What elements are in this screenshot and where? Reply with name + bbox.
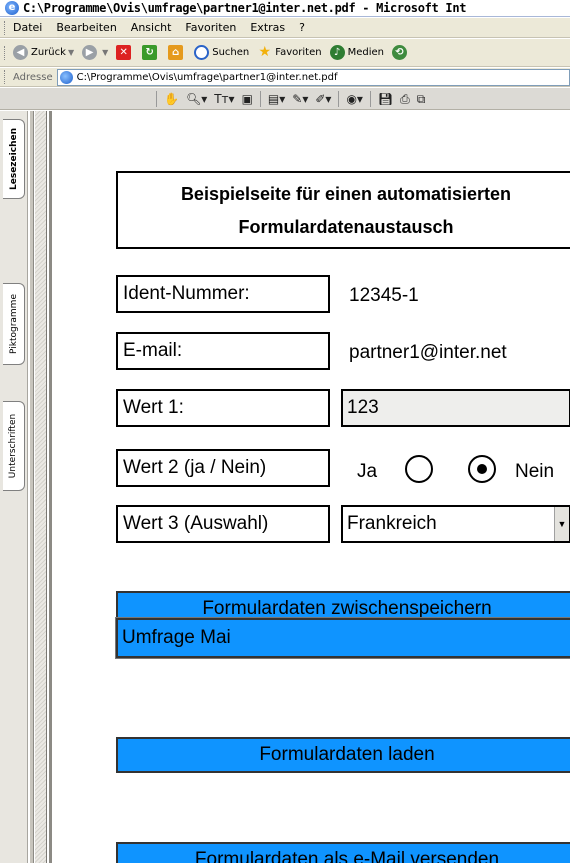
menu-ansicht[interactable]: Ansicht [131, 21, 172, 34]
stamp-icon[interactable]: ◉▾ [346, 92, 363, 106]
page-icon [59, 70, 73, 84]
menu-datei[interactable]: Datei [13, 21, 42, 34]
history-icon: ⟲ [391, 45, 407, 60]
address-bar: Adresse C:\Programme\Ovis\umfrage\partne… [0, 68, 570, 87]
wert3-selected-value: Frankreich [347, 513, 437, 534]
search-icon [194, 45, 210, 60]
tab-piktogramme-label: Piktogramme [8, 294, 19, 354]
load-formdata-button[interactable]: Formulardaten laden [116, 737, 570, 773]
refresh-icon: ↻ [142, 45, 158, 60]
menu-help[interactable]: ? [299, 21, 305, 34]
search-label: Suchen [212, 47, 250, 58]
zoom-tool-icon[interactable]: 🔍︎▾ [186, 92, 207, 106]
send-email-button[interactable]: Formulardaten als e-Mail versenden [116, 842, 570, 863]
wert2-label: Wert 2 (ja / Nein) [116, 449, 330, 487]
ident-value: 12345-1 [349, 285, 419, 306]
hand-tool-icon[interactable]: ✋ [164, 92, 179, 106]
wert3-label: Wert 3 (Auswahl) [116, 505, 330, 543]
wert2-yes-label: Ja [357, 461, 378, 482]
star-icon: ★ [258, 44, 272, 60]
stop-button[interactable]: ✕ [116, 45, 134, 60]
ie-icon: e [5, 1, 19, 15]
pdf-page: Beispielseite für einen automatisierten … [53, 111, 570, 863]
home-icon: ⌂ [168, 45, 184, 60]
toolbar-separator [338, 91, 340, 107]
wert3-select[interactable]: Frankreich ▼ [341, 505, 570, 543]
ident-label: Ident-Nummer: [116, 275, 330, 313]
tab-lesezeichen-label: Lesezeichen [8, 128, 19, 190]
refresh-button[interactable]: ↻ [142, 45, 160, 60]
menu-bar: Datei Bearbeiten Ansicht Favoriten Extra… [0, 18, 570, 38]
toolbar-separator [156, 91, 157, 107]
back-arrow-icon: ◀ [13, 45, 28, 60]
wert2-no-label: Nein [515, 461, 555, 482]
toolbar-separator [259, 91, 261, 107]
media-label: Medien [347, 47, 384, 58]
menu-favoriten[interactable]: Favoriten [185, 21, 236, 34]
toolbar-grip [4, 70, 7, 84]
favorites-button[interactable]: ★ Favoriten [257, 45, 321, 60]
copy-icon[interactable]: ⧉ [417, 92, 426, 107]
email-value: partner1@inter.net [349, 342, 507, 363]
forward-arrow-icon: ▶ [82, 45, 98, 60]
snapshot-icon[interactable]: ▣ [242, 92, 253, 106]
pdf-toolbar: ✋ 🔍︎▾ Tт▾ ▣ ▤▾ ✎▾ ✐▾ ◉▾ 💾︎ ⎙ ⧉ [0, 88, 570, 110]
toolbar-grip [4, 20, 7, 35]
stop-icon: ✕ [116, 45, 132, 60]
tab-unterschriften[interactable]: Unterschriften [3, 401, 25, 491]
pencil-icon[interactable]: ✎▾ [292, 92, 308, 106]
chevron-down-icon[interactable]: ▼ [102, 48, 108, 57]
tab-lesezeichen[interactable]: Lesezeichen [3, 119, 25, 199]
wert2-no-radio[interactable] [468, 455, 496, 483]
wert2-yes-radio[interactable] [405, 455, 433, 483]
menu-extras[interactable]: Extras [250, 21, 285, 34]
tab-unterschriften-label: Unterschriften [8, 413, 19, 479]
email-label: E-mail: [116, 332, 330, 370]
form-title-line2: Formulardatenaustausch [238, 217, 454, 237]
highlight-icon[interactable]: ✐▾ [315, 92, 331, 106]
wert1-label: Wert 1: [116, 389, 330, 427]
address-label: Adresse [13, 71, 53, 83]
back-button[interactable]: ◀ Zurück ▼ [13, 45, 74, 60]
favorites-label: Favoriten [275, 47, 322, 58]
tab-piktogramme[interactable]: Piktogramme [3, 283, 25, 365]
form-title: Beispielseite für einen automatisierten … [116, 171, 570, 249]
address-input[interactable]: C:\Programme\Ovis\umfrage\partner1@inter… [56, 68, 570, 86]
back-label: Zurück [31, 47, 66, 58]
media-icon: ♪ [329, 45, 345, 60]
toolbar-separator [369, 91, 371, 107]
window-title: C:\Programme\Ovis\umfrage\partner1@inter… [23, 1, 467, 15]
dropdown-arrow-icon[interactable]: ▼ [554, 507, 569, 541]
address-url: C:\Programme\Ovis\umfrage\partner1@inter… [76, 71, 338, 83]
media-button[interactable]: ♪ Medien [329, 45, 384, 60]
forward-button[interactable]: ▶ ▼ [82, 45, 108, 60]
text-select-icon[interactable]: Tт▾ [214, 92, 234, 106]
history-button[interactable]: ⟲ [391, 45, 410, 60]
print-icon[interactable]: ⎙ [400, 92, 410, 107]
page-edge [49, 111, 52, 863]
wert1-input[interactable]: 123 [341, 389, 570, 427]
pane-splitter[interactable] [35, 111, 47, 863]
navigation-pane: Lesezeichen Piktogramme Unterschriften [0, 111, 28, 863]
pane-border [30, 111, 34, 863]
search-button[interactable]: Suchen [194, 45, 249, 60]
form-title-line1: Beispielseite für einen automatisierten [180, 184, 512, 204]
radio-selected-dot [477, 464, 487, 474]
title-bar: e C:\Programme\Ovis\umfrage\partner1@int… [0, 0, 570, 17]
save-name-input[interactable]: Umfrage Mai [115, 617, 570, 659]
browser-toolbar: ◀ Zurück ▼ ▶ ▼ ✕ ↻ ⌂ Suchen ★ Favoriten … [0, 39, 570, 67]
comment-icon[interactable]: ▤▾ [268, 92, 285, 106]
menu-bearbeiten[interactable]: Bearbeiten [56, 21, 116, 34]
save-icon[interactable]: 💾︎ [378, 92, 393, 106]
chevron-down-icon[interactable]: ▼ [68, 48, 74, 57]
home-button[interactable]: ⌂ [168, 45, 186, 60]
toolbar-grip [4, 45, 7, 60]
